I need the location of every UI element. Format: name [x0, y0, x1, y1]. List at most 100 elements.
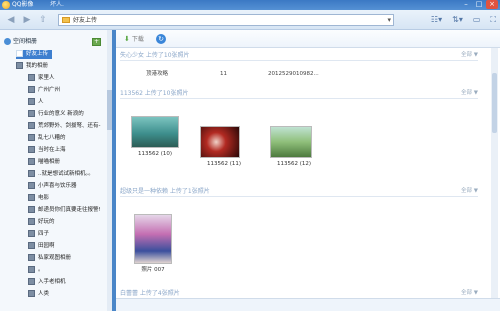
album-icon: [28, 182, 35, 189]
sidebar-album-item[interactable]: 邮递员你们真要走往报警!: [28, 206, 111, 215]
sidebar-root[interactable]: 空间相册: [4, 38, 37, 46]
sidebar-album-item[interactable]: 荒郊野外、剑拔弩、还有-: [28, 122, 111, 131]
sidebar-album-item[interactable]: 私家观图相册: [28, 254, 111, 263]
download-button[interactable]: ⬇ 下载: [124, 35, 144, 44]
photo-thumbnail[interactable]: 照片 007: [134, 214, 186, 274]
group-header-text: 超级只是一种依赖 上传了1张照片: [120, 188, 210, 195]
file-name[interactable]: 顶港攻略: [146, 70, 168, 78]
refresh-icon[interactable]: ↻: [156, 34, 166, 44]
album-icon: [28, 230, 35, 237]
upload-group-header[interactable]: 失心少女 上传了10张照片 全部 ▼: [120, 50, 478, 61]
maximize-button[interactable]: □: [473, 0, 485, 9]
content-scrollbar[interactable]: [491, 48, 498, 298]
forward-arrow-icon[interactable]: ▶: [22, 15, 32, 25]
sidebar-album-item[interactable]: 当时在上海: [28, 146, 111, 155]
panel-toggle-icon[interactable]: ▭: [473, 15, 481, 25]
nav-toolbar: ◀ ▶ ⇧ 好友上传 ▾ ☷▾ ⇅▾ ▭ ⛶: [0, 10, 500, 30]
up-folder-icon[interactable]: ⇧: [38, 15, 48, 25]
sidebar-album-item[interactable]: 喵喵相册: [28, 158, 111, 167]
content-scroll-thumb[interactable]: [492, 73, 497, 133]
sidebar-album-item[interactable]: 人类: [28, 290, 111, 299]
download-arrow-icon: ⬇: [124, 35, 130, 43]
sidebar-album-item[interactable]: 广州广州: [28, 86, 111, 95]
qq-image-logo-icon: [2, 1, 10, 9]
sidebar-item-label: 人类: [38, 291, 50, 297]
sidebar-album-item[interactable]: ..就是想试试新相机。。: [28, 170, 111, 179]
sidebar-item-label: 行业的意义 新浪的: [38, 111, 84, 117]
sidebar-item-label: 乱七八糟的: [38, 135, 66, 141]
sidebar-album-item[interactable]: 小声喜与饮乐器: [28, 182, 111, 191]
address-bar[interactable]: 好友上传 ▾: [58, 14, 394, 26]
content-toolbar: ⬇ 下载 ↻: [116, 30, 500, 48]
group-header-text: 白蕾蕾 上传了4张照片: [120, 290, 180, 297]
group-expand-toggle[interactable]: 全部 ▼: [461, 51, 478, 60]
photo-image[interactable]: [270, 126, 312, 158]
sort-icon[interactable]: ⇅▾: [452, 15, 463, 25]
group-expand-toggle[interactable]: 全部 ▼: [461, 89, 478, 98]
sidebar-item-label: 好友上传: [26, 51, 49, 57]
sidebar-album-item[interactable]: 我的相册: [16, 62, 108, 71]
address-path: 好友上传: [73, 17, 98, 24]
sidebar-item-label: 广州广州: [38, 87, 61, 93]
back-arrow-icon[interactable]: ◀: [6, 15, 16, 25]
album-icon: [28, 134, 35, 141]
sidebar-item-label: 好玩的: [38, 219, 55, 225]
sidebar-item-label: 人: [38, 99, 44, 105]
sidebar-album-item[interactable]: 田园啊: [28, 242, 111, 251]
sidebar-item-label: 。: [38, 267, 44, 273]
view-mode-icon[interactable]: ☷▾: [431, 15, 442, 25]
sidebar-album-item[interactable]: 入手老相机: [28, 278, 111, 287]
sidebar-item-label: ..就是想试试新相机。。: [38, 171, 94, 177]
photo-thumbnail[interactable]: 113562 (12): [270, 126, 322, 168]
album-icon: [28, 122, 35, 129]
album-icon: [28, 110, 35, 117]
sidebar-album-item[interactable]: 好玩的: [28, 218, 111, 227]
photo-image[interactable]: [131, 116, 179, 148]
sidebar-album-item[interactable]: 人: [28, 98, 111, 107]
folder-icon: [62, 17, 70, 23]
sidebar-album-item[interactable]: 电影: [28, 194, 111, 203]
album-icon: [28, 170, 35, 177]
add-album-icon[interactable]: +: [92, 38, 101, 46]
sidebar-album-item[interactable]: 行业的意义 新浪的: [28, 110, 111, 119]
album-icon: [28, 98, 35, 105]
address-dropdown-icon[interactable]: ▾: [387, 15, 391, 25]
sidebar-item-label: 当时在上海: [38, 147, 66, 153]
album-icon: [28, 194, 35, 201]
album-icon: [16, 62, 23, 69]
app-title: QQ影像: [12, 1, 34, 8]
sidebar-album-item[interactable]: 四子: [28, 230, 111, 239]
album-icon: [28, 290, 35, 297]
fullscreen-icon[interactable]: ⛶: [490, 15, 496, 25]
sidebar-item-label: 入手老相机: [38, 279, 66, 285]
upload-group-header[interactable]: 超级只是一种依赖 上传了1张照片 全部 ▼: [120, 186, 478, 197]
sidebar-item-label: 私家观图相册: [38, 255, 72, 261]
sidebar-item-label: 四子: [38, 231, 50, 237]
download-label: 下载: [131, 36, 144, 43]
group-header-text: 113562 上传了10张照片: [120, 90, 189, 97]
album-icon: [28, 146, 35, 153]
sidebar-album-item[interactable]: 好友上传: [16, 50, 52, 59]
photo-image[interactable]: [200, 126, 240, 158]
photo-caption: 113562 (10): [137, 151, 173, 157]
album-icon: [28, 254, 35, 261]
user-name[interactable]: 坏人.: [50, 1, 64, 9]
photo-image[interactable]: [134, 214, 172, 264]
sidebar-album-item[interactable]: 乱七八糟的: [28, 134, 111, 143]
sidebar-item-label: 电影: [38, 195, 50, 201]
sidebar-root-label: 空间相册: [13, 38, 38, 45]
minimize-button[interactable]: –: [460, 0, 472, 9]
photo-thumbnail[interactable]: 113562 (11): [200, 126, 252, 168]
status-bar: [116, 298, 500, 311]
album-icon: [28, 158, 35, 165]
file-id: 20125290109​82...: [268, 71, 319, 77]
sidebar-scrollbar[interactable]: [107, 30, 112, 311]
upload-group-header[interactable]: 113562 上传了10张照片 全部 ▼: [120, 88, 478, 99]
group-expand-toggle[interactable]: 全部 ▼: [461, 289, 478, 298]
sidebar-album-item[interactable]: 家里人: [28, 74, 111, 83]
sidebar-scroll-thumb[interactable]: [107, 90, 112, 130]
photo-thumbnail[interactable]: 113562 (10): [131, 116, 183, 158]
sidebar-album-item[interactable]: 。: [28, 266, 111, 275]
group-expand-toggle[interactable]: 全部 ▼: [461, 187, 478, 196]
close-button[interactable]: ×: [486, 0, 498, 9]
